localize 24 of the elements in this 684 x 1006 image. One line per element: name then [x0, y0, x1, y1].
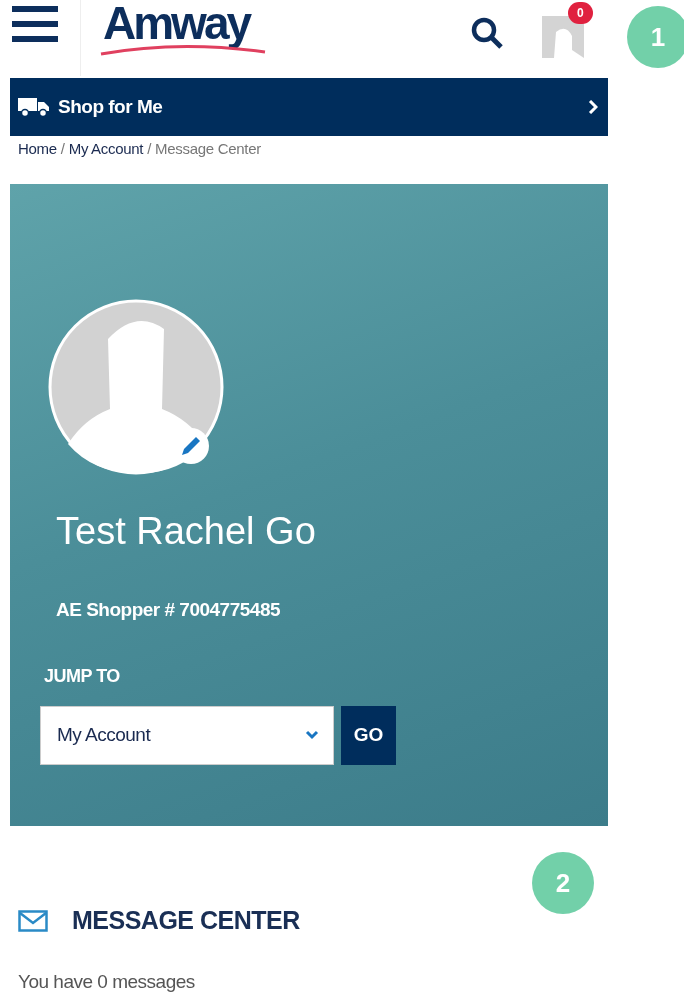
- message-count-text: You have 0 messages: [17, 969, 196, 994]
- logo[interactable]: Amway: [103, 0, 269, 66]
- shopper-number: AE Shopper # 7004775485: [56, 598, 282, 622]
- breadcrumb-separator: /: [60, 139, 65, 159]
- search-icon[interactable]: [470, 16, 504, 50]
- section-title: MESSAGE CENTER: [72, 905, 300, 936]
- shop-bar-label: Shop for Me: [58, 94, 164, 119]
- jump-to-label: JUMP TO: [44, 664, 121, 688]
- breadcrumb-link[interactable]: Home: [18, 138, 57, 184]
- count-badge: 0: [568, 2, 593, 24]
- breadcrumb-current: Message Center: [155, 139, 261, 159]
- jump-to-select[interactable]: My Account: [40, 705, 334, 765]
- chevron-right-icon: [588, 100, 598, 114]
- truck-icon: [18, 96, 50, 118]
- annotation-marker: 1: [627, 6, 684, 68]
- menu-icon[interactable]: [12, 4, 60, 44]
- go-button[interactable]: GO: [341, 705, 396, 765]
- caret-icon: [305, 730, 319, 740]
- profile-name: Test Rachel Go: [56, 509, 317, 554]
- breadcrumb-separator: /: [147, 139, 152, 159]
- breadcrumb-link[interactable]: My Account: [68, 138, 144, 184]
- shop-for-me-bar[interactable]: Shop for Me: [10, 78, 608, 136]
- annotation-marker: 2: [532, 852, 594, 914]
- envelope-icon: [18, 909, 48, 932]
